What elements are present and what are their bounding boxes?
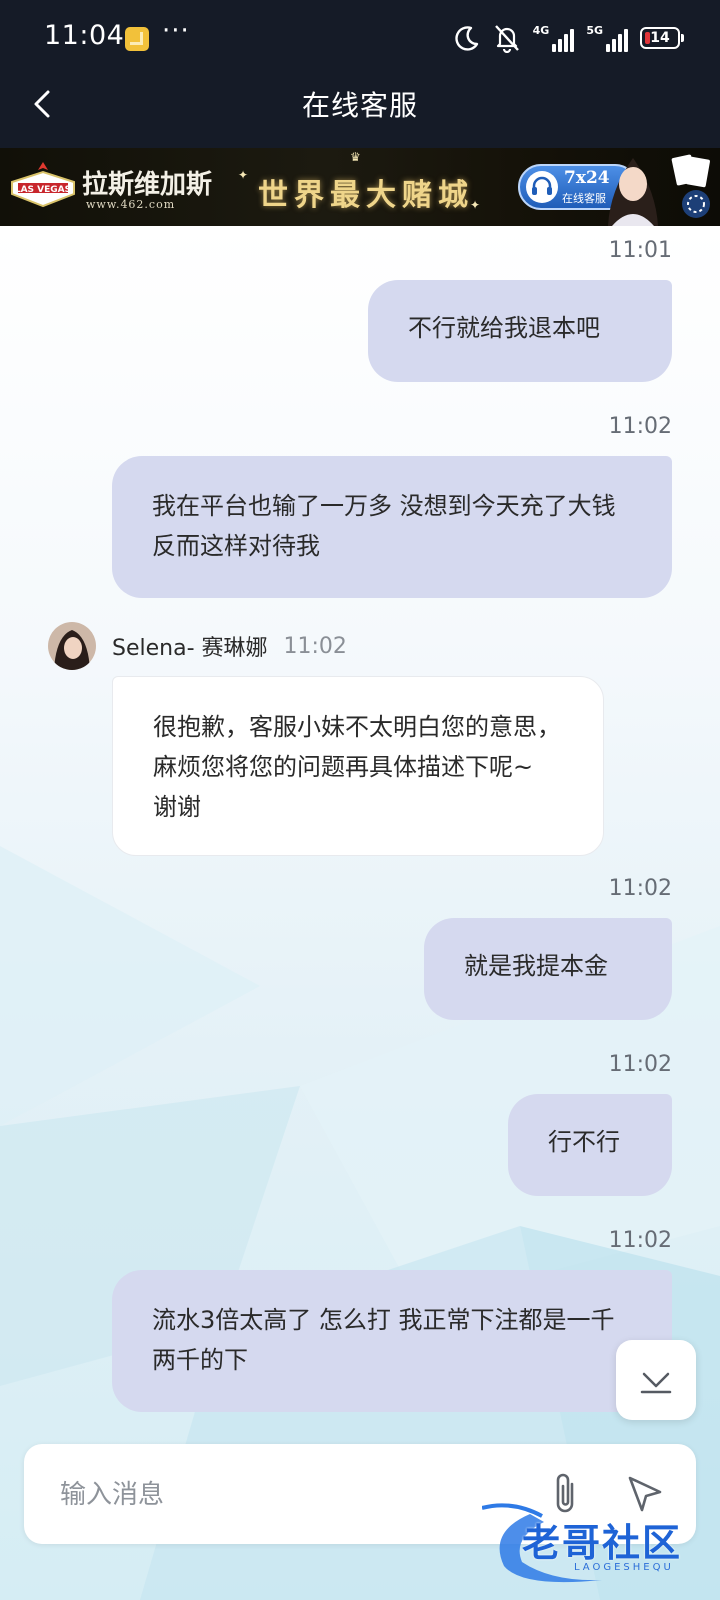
message-bubble-sent[interactable]: 就是我提本金 [424, 918, 672, 1020]
ad-banner[interactable]: LAS VEGAS 拉斯维加斯 www.462.com ✦ ♛ ✦ 世界最大赌城… [0, 148, 720, 226]
message-time: 11:02 [608, 414, 672, 439]
headset-icon [526, 171, 558, 203]
status-more-icon: ··· [162, 16, 190, 46]
agent-header: Selena- 赛琳娜 11:02 [48, 622, 347, 670]
top-bar: 11:04 ··· 4G 5G 14 在线客服 [0, 0, 720, 148]
message-input[interactable] [58, 1464, 532, 1526]
status-time: 11:04 [44, 20, 125, 51]
page-title: 在线客服 [301, 89, 418, 122]
battery-level: 14 [650, 30, 670, 46]
battery-indicator: 14 [640, 27, 684, 49]
signal-4g: 4G [533, 24, 575, 52]
message-time: 11:02 [283, 633, 347, 659]
watermark-subtext: LAOGESHEQU [574, 1562, 674, 1573]
moon-icon [455, 26, 478, 51]
watermark-logo: 老哥社区 LAOGESHEQU [482, 1502, 708, 1592]
ad-slogan: 世界最大赌城 [258, 178, 474, 213]
sparkle-icon: ✦ [238, 168, 249, 182]
message-bubble-sent[interactable]: 不行就给我退本吧 [368, 280, 672, 382]
signal-5g: 5G [586, 24, 628, 52]
network-5g-label: 5G [586, 24, 603, 37]
las-vegas-sign-text: LAS VEGAS [14, 185, 72, 195]
avatar[interactable] [48, 622, 96, 670]
message-time: 11:01 [608, 238, 672, 263]
scroll-to-bottom-button[interactable] [616, 1340, 696, 1420]
message-bubble-received[interactable]: 很抱歉，客服小妹不太明白您的意思，麻烦您将您的问题再具体描述下呢~ 谢谢 [112, 676, 604, 856]
message-bubble-sent[interactable]: 行不行 [508, 1094, 672, 1196]
message-time: 11:02 [608, 876, 672, 901]
crown-icon: ♛ [350, 150, 361, 164]
agent-name: Selena- 赛琳娜 [112, 636, 268, 661]
message-bubble-sent[interactable]: 流水3倍太高了 怎么打 我正常下注都是一千两千的下 [112, 1270, 672, 1412]
watermark-text: 老哥社区 [522, 1520, 683, 1565]
network-4g-label: 4G [532, 24, 550, 37]
playing-cards-image [671, 154, 710, 218]
scroll-to-bottom-icon [640, 1372, 672, 1394]
message-bubble-sent[interactable]: 我在平台也输了一万多 没想到今天充了大钱反而这样对待我 [112, 456, 672, 598]
status-indicators: 4G 5G 14 [453, 22, 684, 54]
ad-url: www.462.com [86, 198, 176, 211]
message-time: 11:02 [608, 1052, 672, 1077]
message-time: 11:02 [608, 1228, 672, 1253]
ad-brand-name: 拉斯维加斯 [82, 170, 213, 200]
notification-app-icon [125, 27, 149, 51]
bell-off-icon [494, 25, 519, 53]
chat-area[interactable]: 11:01 不行就给我退本吧 11:02 我在平台也输了一万多 没想到今天充了大… [0, 226, 720, 1600]
